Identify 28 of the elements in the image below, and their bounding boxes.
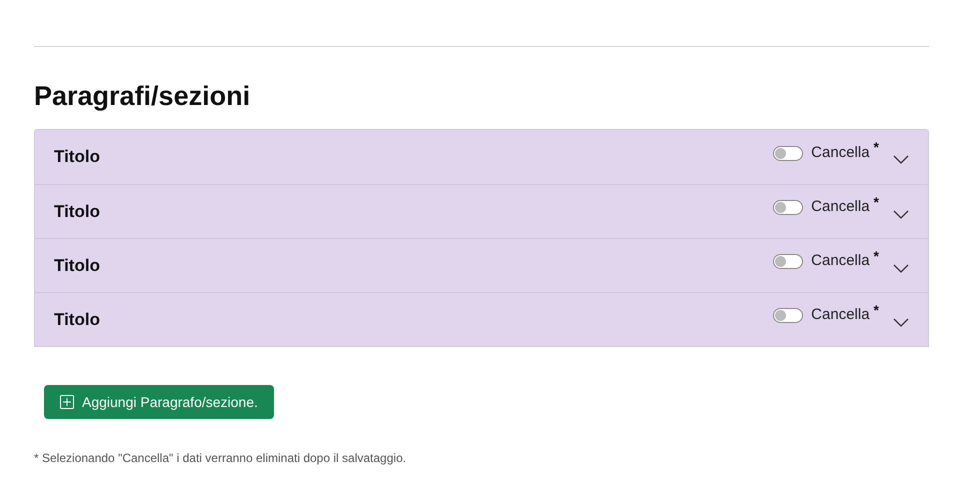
toggle-label: Cancella	[811, 251, 870, 272]
toggle-label: Cancella	[811, 197, 870, 218]
section-title: Titolo	[54, 308, 100, 331]
section-title: Titolo	[54, 200, 100, 223]
add-section-button[interactable]: Aggiungi Paragrafo/sezione.	[44, 385, 274, 419]
required-mark: *	[874, 192, 879, 212]
section-heading: Paragrafi/sezioni	[34, 80, 252, 113]
required-mark: *	[874, 300, 879, 320]
toggle-switch[interactable]	[773, 308, 804, 323]
accordion-header[interactable]: Titolo Cancella *	[35, 292, 928, 346]
accordion-header[interactable]: Titolo Cancella *	[35, 130, 928, 184]
accordion-header[interactable]: Titolo Cancella *	[35, 184, 928, 238]
plus-square-icon	[60, 395, 74, 409]
section-title: Titolo	[54, 146, 100, 168]
toggle-switch[interactable]	[773, 254, 804, 269]
chevron-icon[interactable]	[893, 155, 909, 165]
chevron-icon[interactable]	[893, 318, 909, 328]
toggle-label: Cancella	[811, 142, 870, 163]
accordion-header[interactable]: Titolo Cancella *	[35, 238, 928, 292]
chevron-icon[interactable]	[893, 210, 909, 220]
toggle-label: Cancella	[811, 305, 870, 326]
toggle-switch[interactable]	[773, 200, 804, 215]
toggle-switch[interactable]	[773, 146, 804, 160]
chevron-icon[interactable]	[893, 264, 909, 274]
required-mark: *	[874, 138, 879, 157]
footnote: * Selezionando "Cancella" i dati verranno eliminati dopo il salvataggio.	[34, 450, 408, 467]
section-title: Titolo	[54, 254, 100, 277]
required-mark: *	[874, 246, 879, 266]
